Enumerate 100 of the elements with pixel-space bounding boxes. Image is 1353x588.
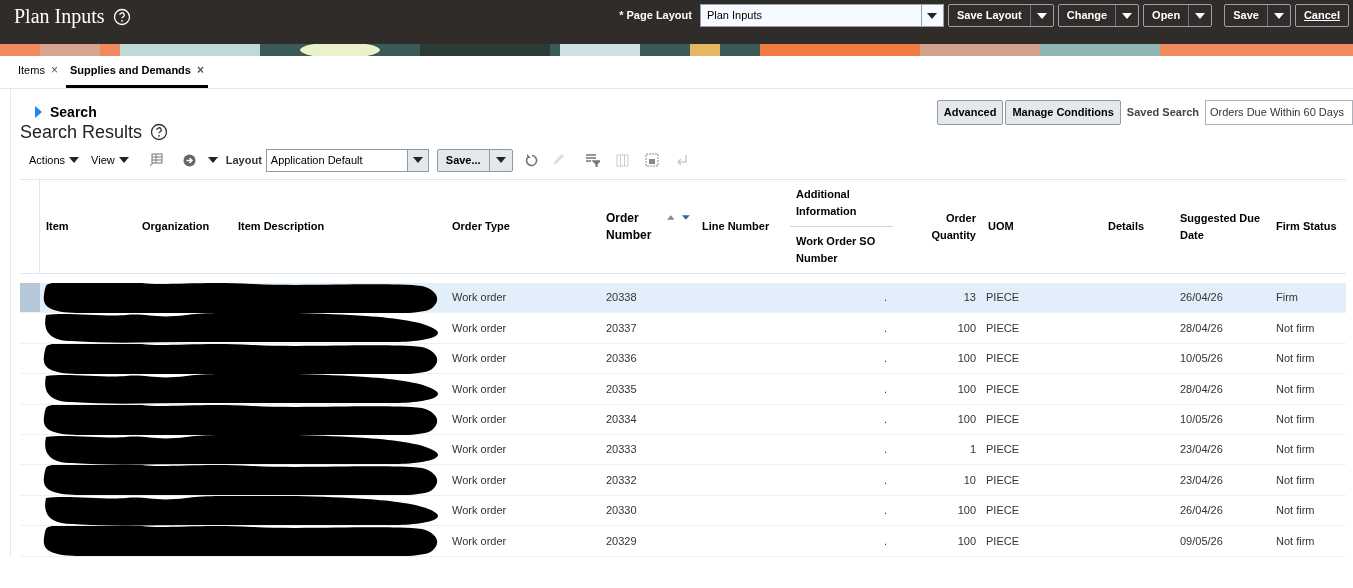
table-cell-text: .	[882, 412, 888, 427]
caret-icon	[118, 157, 129, 163]
saved-search-dropdown[interactable]: Orders Due Within 60 Days	[1205, 99, 1353, 125]
caret-icon	[1195, 12, 1206, 19]
table-cell-text: Not firm	[1275, 472, 1316, 488]
table-cell-text: Work order	[451, 320, 508, 336]
table-cell-text: 20335	[605, 381, 638, 397]
table-cell-text: Not firm	[1275, 381, 1316, 397]
column-header: Order Type	[451, 219, 511, 234]
detach-icon[interactable]	[644, 153, 659, 167]
help-icon[interactable]	[150, 123, 169, 141]
table-cell-text: PIECE	[985, 412, 1020, 427]
table-cell-text: Work order	[451, 442, 508, 458]
table-cell-text: PIECE	[985, 472, 1020, 488]
split-button[interactable]: Open	[1143, 4, 1213, 27]
columns-icon	[615, 153, 629, 167]
search-toggle[interactable]: Search	[35, 101, 97, 123]
table-cell-text: PIECE	[985, 351, 1020, 367]
column-header: Item	[45, 219, 70, 234]
column-header: Item Description	[237, 219, 326, 234]
table-cell-text: 20338	[605, 290, 638, 306]
table-row[interactable]: Work order 20334 . 100 PIECE 10/05/26 Not firm	[20, 404, 1346, 435]
pencil-icon	[550, 153, 565, 167]
page-title: Plan Inputs	[14, 4, 105, 28]
section-title: Search Results	[20, 120, 143, 144]
close-icon[interactable]: ×	[50, 61, 58, 79]
table-cell-text: Not firm	[1275, 503, 1316, 519]
page-layout-dropdown[interactable]: Plan Inputs	[699, 4, 944, 27]
table-row[interactable]: Work order 20332 . 10 PIECE 23/04/26 Not firm	[20, 465, 1346, 496]
tab[interactable]: Supplies and Demands ×	[65, 61, 208, 88]
field-label: Layout	[225, 152, 262, 168]
table-row[interactable]: Work order 20338 . 13 PIECE 26/04/26 Firm	[20, 283, 1346, 314]
table-row[interactable]: Work order 20333 . 1 PIECE 23/04/26 Not firm	[20, 434, 1346, 466]
table-cell-text: Work order	[451, 533, 508, 549]
caret-icon	[927, 12, 938, 19]
table-cell-text: .	[882, 442, 888, 458]
filter-icon[interactable]	[584, 153, 600, 167]
table-cell-text: 100	[956, 381, 977, 397]
column-header: Work Order SO Number	[795, 234, 877, 266]
table-cell-text: Work order	[451, 351, 508, 367]
table-cell-text: .	[882, 381, 888, 397]
table-cell-text: 1	[968, 442, 977, 458]
table-cell-text: .	[882, 351, 888, 367]
column-header: Additional Information	[790, 186, 893, 227]
table-row[interactable]: Work order 20329 . 100 PIECE 09/05/26 Not firm	[20, 526, 1346, 557]
table-cell-text: 28/04/26	[1179, 381, 1224, 397]
table-cell-text: Work order	[451, 381, 508, 397]
table-cell-text: 20329	[605, 533, 638, 549]
tab[interactable]: Items ×	[14, 61, 62, 88]
refresh-icon[interactable]	[524, 153, 539, 167]
manage-conditions-button[interactable]: Manage Conditions	[1005, 99, 1121, 125]
table-cell-text: 20336	[605, 351, 638, 367]
cancel-button[interactable]: Cancel	[1294, 4, 1349, 27]
table-cell-text: 09/05/26	[1179, 533, 1224, 549]
column-header: Firm Status	[1275, 219, 1338, 234]
field-label: Saved Search	[1126, 104, 1199, 120]
caret-icon	[1036, 12, 1047, 19]
table-cell-text: 23/04/26	[1179, 442, 1224, 458]
advanced-button[interactable]: Advanced	[936, 99, 1004, 125]
caret-icon	[1273, 12, 1284, 19]
layout-dropdown[interactable]: Application Default	[265, 148, 429, 172]
return-icon	[674, 153, 688, 167]
table-cell-text: Firm	[1275, 290, 1299, 306]
table-cell-text: 13	[962, 290, 977, 306]
split-button[interactable]: Change	[1057, 4, 1140, 27]
caret-icon	[495, 157, 506, 163]
view-menu[interactable]: View	[91, 151, 129, 169]
table-cell-text: 20333	[605, 442, 638, 458]
table-row[interactable]: Work order 20330 . 100 PIECE 26/04/26 Not firm	[20, 495, 1346, 527]
actions-menu[interactable]: Actions	[29, 151, 80, 169]
table-cell-text: Not firm	[1275, 320, 1316, 336]
table-cell-text: .	[882, 503, 888, 519]
arrow-right-icon[interactable]	[182, 153, 196, 167]
table-cell-text: Not firm	[1275, 533, 1316, 549]
table-cell-text: 20330	[605, 503, 638, 519]
table-row[interactable]: Work order 20337 . 100 PIECE 28/04/26 Not firm	[20, 313, 1346, 344]
table-cell-text: 28/04/26	[1179, 320, 1224, 336]
sort-descending-icon[interactable]	[682, 213, 690, 221]
table-row[interactable]: Work order 20335 . 100 PIECE 28/04/26 Not firm	[20, 374, 1346, 405]
caret-icon	[69, 157, 80, 163]
table-cell-text: 100	[956, 351, 977, 367]
table-cell-text: 20332	[605, 472, 638, 488]
table-cell-text: .	[882, 320, 888, 336]
table-row[interactable]: Work order 20336 . 100 PIECE 10/05/26 Not firm	[20, 343, 1346, 375]
column-header: Details	[1107, 219, 1146, 234]
table-cell-text: Work order	[451, 290, 508, 306]
table-cell-text: 10/05/26	[1179, 412, 1224, 427]
table-cell-text: Work order	[451, 503, 508, 519]
grid-icon[interactable]	[148, 153, 163, 167]
table-cell-text: Work order	[451, 412, 508, 427]
sort-ascending-icon[interactable]	[666, 213, 675, 221]
close-icon[interactable]: ×	[196, 61, 204, 79]
split-button[interactable]: Save	[1224, 4, 1291, 27]
column-header: Order Number	[606, 209, 653, 244]
split-button[interactable]: Save Layout	[947, 4, 1054, 27]
save-split-button[interactable]: Save...	[436, 148, 513, 172]
column-header: Order Quantity	[930, 210, 977, 243]
table-cell-text: PIECE	[985, 533, 1020, 549]
table-cell-text: PIECE	[985, 442, 1020, 458]
table-cell-text: 20334	[605, 412, 638, 427]
